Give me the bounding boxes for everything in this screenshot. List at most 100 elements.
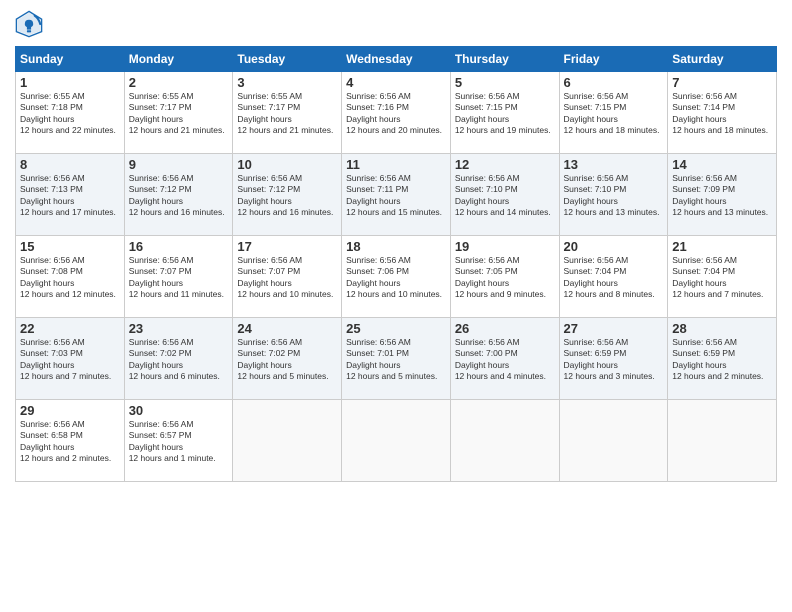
- table-row: 5Sunrise: 6:56 AMSunset: 7:15 PMDaylight…: [450, 72, 559, 154]
- col-saturday: Saturday: [668, 47, 777, 72]
- calendar-week-row: 8Sunrise: 6:56 AMSunset: 7:13 PMDaylight…: [16, 154, 777, 236]
- table-row: 15Sunrise: 6:56 AMSunset: 7:08 PMDayligh…: [16, 236, 125, 318]
- table-row: 12Sunrise: 6:56 AMSunset: 7:10 PMDayligh…: [450, 154, 559, 236]
- day-info: Sunrise: 6:56 AMSunset: 7:08 PMDaylight …: [20, 255, 120, 301]
- day-info: Sunrise: 6:56 AMSunset: 7:07 PMDaylight …: [129, 255, 229, 301]
- logo-icon: [15, 10, 43, 38]
- day-info: Sunrise: 6:56 AMSunset: 7:11 PMDaylight …: [346, 173, 446, 219]
- day-info: Sunrise: 6:56 AMSunset: 7:09 PMDaylight …: [672, 173, 772, 219]
- day-info: Sunrise: 6:56 AMSunset: 6:58 PMDaylight …: [20, 419, 120, 465]
- header: [15, 10, 777, 38]
- table-row: 14Sunrise: 6:56 AMSunset: 7:09 PMDayligh…: [668, 154, 777, 236]
- day-number: 19: [455, 239, 555, 254]
- day-info: Sunrise: 6:55 AMSunset: 7:17 PMDaylight …: [129, 91, 229, 137]
- day-info: Sunrise: 6:56 AMSunset: 7:04 PMDaylight …: [564, 255, 664, 301]
- table-row: 25Sunrise: 6:56 AMSunset: 7:01 PMDayligh…: [342, 318, 451, 400]
- day-number: 22: [20, 321, 120, 336]
- table-row: 27Sunrise: 6:56 AMSunset: 6:59 PMDayligh…: [559, 318, 668, 400]
- day-number: 7: [672, 75, 772, 90]
- day-number: 9: [129, 157, 229, 172]
- day-info: Sunrise: 6:55 AMSunset: 7:17 PMDaylight …: [237, 91, 337, 137]
- day-info: Sunrise: 6:56 AMSunset: 7:12 PMDaylight …: [129, 173, 229, 219]
- calendar-body: 1Sunrise: 6:55 AMSunset: 7:18 PMDaylight…: [16, 72, 777, 482]
- day-info: Sunrise: 6:56 AMSunset: 7:14 PMDaylight …: [672, 91, 772, 137]
- day-info: Sunrise: 6:56 AMSunset: 7:03 PMDaylight …: [20, 337, 120, 383]
- day-number: 6: [564, 75, 664, 90]
- table-row: 30Sunrise: 6:56 AMSunset: 6:57 PMDayligh…: [124, 400, 233, 482]
- day-number: 25: [346, 321, 446, 336]
- calendar-week-row: 22Sunrise: 6:56 AMSunset: 7:03 PMDayligh…: [16, 318, 777, 400]
- table-row: 26Sunrise: 6:56 AMSunset: 7:00 PMDayligh…: [450, 318, 559, 400]
- day-info: Sunrise: 6:56 AMSunset: 7:13 PMDaylight …: [20, 173, 120, 219]
- day-info: Sunrise: 6:55 AMSunset: 7:18 PMDaylight …: [20, 91, 120, 137]
- day-info: Sunrise: 6:56 AMSunset: 7:10 PMDaylight …: [455, 173, 555, 219]
- logo: [15, 10, 47, 38]
- table-row: 7Sunrise: 6:56 AMSunset: 7:14 PMDaylight…: [668, 72, 777, 154]
- table-row: 11Sunrise: 6:56 AMSunset: 7:11 PMDayligh…: [342, 154, 451, 236]
- calendar-week-row: 29Sunrise: 6:56 AMSunset: 6:58 PMDayligh…: [16, 400, 777, 482]
- day-number: 29: [20, 403, 120, 418]
- col-wednesday: Wednesday: [342, 47, 451, 72]
- day-number: 27: [564, 321, 664, 336]
- day-number: 5: [455, 75, 555, 90]
- table-row: [450, 400, 559, 482]
- day-number: 20: [564, 239, 664, 254]
- table-row: [233, 400, 342, 482]
- col-tuesday: Tuesday: [233, 47, 342, 72]
- table-row: 17Sunrise: 6:56 AMSunset: 7:07 PMDayligh…: [233, 236, 342, 318]
- table-row: 2Sunrise: 6:55 AMSunset: 7:17 PMDaylight…: [124, 72, 233, 154]
- page: Sunday Monday Tuesday Wednesday Thursday…: [0, 0, 792, 612]
- table-row: 8Sunrise: 6:56 AMSunset: 7:13 PMDaylight…: [16, 154, 125, 236]
- day-number: 18: [346, 239, 446, 254]
- col-sunday: Sunday: [16, 47, 125, 72]
- day-number: 16: [129, 239, 229, 254]
- day-info: Sunrise: 6:56 AMSunset: 7:15 PMDaylight …: [564, 91, 664, 137]
- day-number: 26: [455, 321, 555, 336]
- day-info: Sunrise: 6:56 AMSunset: 7:16 PMDaylight …: [346, 91, 446, 137]
- day-info: Sunrise: 6:56 AMSunset: 7:06 PMDaylight …: [346, 255, 446, 301]
- table-row: 4Sunrise: 6:56 AMSunset: 7:16 PMDaylight…: [342, 72, 451, 154]
- day-info: Sunrise: 6:56 AMSunset: 7:01 PMDaylight …: [346, 337, 446, 383]
- table-row: [668, 400, 777, 482]
- day-info: Sunrise: 6:56 AMSunset: 7:04 PMDaylight …: [672, 255, 772, 301]
- day-number: 2: [129, 75, 229, 90]
- table-row: 24Sunrise: 6:56 AMSunset: 7:02 PMDayligh…: [233, 318, 342, 400]
- day-info: Sunrise: 6:56 AMSunset: 7:05 PMDaylight …: [455, 255, 555, 301]
- day-number: 12: [455, 157, 555, 172]
- col-thursday: Thursday: [450, 47, 559, 72]
- table-row: 10Sunrise: 6:56 AMSunset: 7:12 PMDayligh…: [233, 154, 342, 236]
- table-row: 28Sunrise: 6:56 AMSunset: 6:59 PMDayligh…: [668, 318, 777, 400]
- day-number: 28: [672, 321, 772, 336]
- calendar-week-row: 1Sunrise: 6:55 AMSunset: 7:18 PMDaylight…: [16, 72, 777, 154]
- day-number: 3: [237, 75, 337, 90]
- day-number: 30: [129, 403, 229, 418]
- day-info: Sunrise: 6:56 AMSunset: 6:59 PMDaylight …: [672, 337, 772, 383]
- day-info: Sunrise: 6:56 AMSunset: 7:00 PMDaylight …: [455, 337, 555, 383]
- day-number: 14: [672, 157, 772, 172]
- day-number: 4: [346, 75, 446, 90]
- day-info: Sunrise: 6:56 AMSunset: 7:07 PMDaylight …: [237, 255, 337, 301]
- table-row: 9Sunrise: 6:56 AMSunset: 7:12 PMDaylight…: [124, 154, 233, 236]
- table-row: 20Sunrise: 6:56 AMSunset: 7:04 PMDayligh…: [559, 236, 668, 318]
- day-info: Sunrise: 6:56 AMSunset: 6:59 PMDaylight …: [564, 337, 664, 383]
- day-info: Sunrise: 6:56 AMSunset: 7:02 PMDaylight …: [237, 337, 337, 383]
- day-number: 21: [672, 239, 772, 254]
- table-row: 6Sunrise: 6:56 AMSunset: 7:15 PMDaylight…: [559, 72, 668, 154]
- table-row: [342, 400, 451, 482]
- calendar-table: Sunday Monday Tuesday Wednesday Thursday…: [15, 46, 777, 482]
- day-number: 23: [129, 321, 229, 336]
- day-number: 24: [237, 321, 337, 336]
- day-number: 1: [20, 75, 120, 90]
- calendar-week-row: 15Sunrise: 6:56 AMSunset: 7:08 PMDayligh…: [16, 236, 777, 318]
- day-number: 17: [237, 239, 337, 254]
- day-info: Sunrise: 6:56 AMSunset: 7:10 PMDaylight …: [564, 173, 664, 219]
- table-row: 21Sunrise: 6:56 AMSunset: 7:04 PMDayligh…: [668, 236, 777, 318]
- day-number: 13: [564, 157, 664, 172]
- day-info: Sunrise: 6:56 AMSunset: 6:57 PMDaylight …: [129, 419, 229, 465]
- day-number: 8: [20, 157, 120, 172]
- day-number: 10: [237, 157, 337, 172]
- table-row: 18Sunrise: 6:56 AMSunset: 7:06 PMDayligh…: [342, 236, 451, 318]
- day-number: 11: [346, 157, 446, 172]
- table-row: 16Sunrise: 6:56 AMSunset: 7:07 PMDayligh…: [124, 236, 233, 318]
- col-monday: Monday: [124, 47, 233, 72]
